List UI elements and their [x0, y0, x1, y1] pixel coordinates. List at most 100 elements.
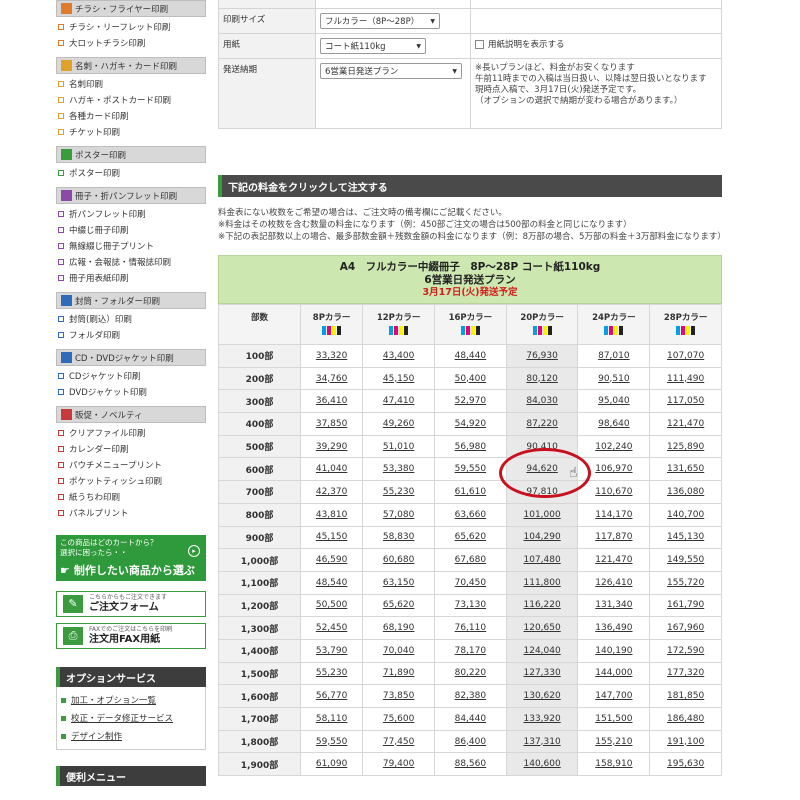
price-link[interactable]: 177,320: [667, 668, 704, 678]
price-link[interactable]: 140,600: [524, 759, 561, 769]
price-link[interactable]: 131,650: [667, 464, 704, 474]
price-link[interactable]: 121,470: [667, 419, 704, 429]
product-selector-cta[interactable]: この商品はどのカートから？ 選択に困ったら・・ ☛ 制作したい商品から選ぶ ▸: [56, 535, 206, 581]
sidebar-item[interactable]: ハガキ・ポストカード印刷: [58, 92, 206, 108]
sidebar-item[interactable]: 無線綴じ冊子プリント: [58, 238, 206, 254]
price-link[interactable]: 53,380: [383, 464, 415, 474]
price-link[interactable]: 73,130: [455, 600, 487, 610]
price-link[interactable]: 55,230: [383, 487, 415, 497]
sidebar-item[interactable]: チラシ・リーフレット印刷: [58, 19, 206, 35]
price-link[interactable]: 37,850: [316, 419, 348, 429]
price-link[interactable]: 130,620: [524, 691, 561, 701]
price-link[interactable]: 33,320: [316, 351, 348, 361]
price-link[interactable]: 54,920: [455, 419, 487, 429]
price-link[interactable]: 186,480: [667, 714, 704, 724]
sidebar-item[interactable]: パウチメニュープリント: [58, 457, 206, 473]
price-link[interactable]: 181,850: [667, 691, 704, 701]
sidebar-item[interactable]: ポスター印刷: [58, 165, 206, 181]
price-link[interactable]: 101,000: [524, 510, 561, 520]
price-link[interactable]: 47,410: [383, 396, 415, 406]
price-link[interactable]: 90,410: [526, 442, 558, 452]
price-link[interactable]: 155,210: [595, 737, 632, 747]
price-link[interactable]: 67,680: [455, 555, 487, 565]
price-link[interactable]: 52,970: [455, 396, 487, 406]
sidebar-item[interactable]: ポケットティッシュ印刷: [58, 473, 206, 489]
price-link[interactable]: 56,770: [316, 691, 348, 701]
sidebar-item[interactable]: 冊子用表紙印刷: [58, 270, 206, 286]
paper-description-checkbox[interactable]: 用紙説明を表示する: [475, 38, 565, 50]
price-link[interactable]: 60,680: [383, 555, 415, 565]
price-link[interactable]: 124,040: [524, 646, 561, 656]
category-heading[interactable]: 名刺・ハガキ・カード印刷: [56, 57, 206, 74]
price-link[interactable]: 137,310: [524, 737, 561, 747]
print-size-select[interactable]: フルカラー（8P～28P） ▼: [320, 13, 440, 29]
price-link[interactable]: 80,120: [526, 374, 558, 384]
price-link[interactable]: 77,450: [383, 737, 415, 747]
sidebar-item[interactable]: 折パンフレット印刷: [58, 206, 206, 222]
price-link[interactable]: 145,130: [667, 532, 704, 542]
price-link[interactable]: 58,830: [383, 532, 415, 542]
price-link[interactable]: 49,260: [383, 419, 415, 429]
price-link[interactable]: 50,400: [455, 374, 487, 384]
sidebar-item[interactable]: CDジャケット印刷: [58, 368, 206, 384]
price-link[interactable]: 140,700: [667, 510, 704, 520]
price-link[interactable]: 191,100: [667, 737, 704, 747]
price-link[interactable]: 53,790: [316, 646, 348, 656]
category-heading[interactable]: CD・DVDジャケット印刷: [56, 349, 206, 366]
price-link[interactable]: 98,640: [598, 419, 630, 429]
price-link[interactable]: 155,720: [667, 578, 704, 588]
price-link[interactable]: 84,440: [455, 714, 487, 724]
price-link[interactable]: 86,400: [455, 737, 487, 747]
price-link[interactable]: 57,080: [383, 510, 415, 520]
sidebar-item[interactable]: クリアファイル印刷: [58, 425, 206, 441]
price-link[interactable]: 117,870: [595, 532, 632, 542]
price-link[interactable]: 59,550: [455, 464, 487, 474]
sidebar-item[interactable]: DVDジャケット印刷: [58, 384, 206, 400]
price-link[interactable]: 104,290: [524, 532, 561, 542]
sidebar-item[interactable]: パネルプリント: [58, 505, 206, 521]
sidebar-item[interactable]: 紙うちわ印刷: [58, 489, 206, 505]
price-link[interactable]: 151,500: [595, 714, 632, 724]
price-link[interactable]: 56,980: [455, 442, 487, 452]
price-link[interactable]: 71,890: [383, 668, 415, 678]
sidebar-item[interactable]: 封筒(刷込）印刷: [58, 311, 206, 327]
price-link[interactable]: 41,040: [316, 464, 348, 474]
price-link[interactable]: 48,540: [316, 578, 348, 588]
price-link[interactable]: 61,090: [316, 759, 348, 769]
price-link[interactable]: 144,000: [595, 668, 632, 678]
price-link[interactable]: 76,110: [455, 623, 487, 633]
category-heading[interactable]: 販促・ノベルティ: [56, 406, 206, 423]
price-link[interactable]: 126,410: [595, 578, 632, 588]
fax-form-button[interactable]: ⎙ FAXでのご注文はこちらを印刷 注文用FAX用紙: [56, 623, 206, 649]
sidebar-item[interactable]: 各種カード印刷: [58, 108, 206, 124]
sidebar-item[interactable]: 中綴じ冊子印刷: [58, 222, 206, 238]
price-link[interactable]: 39,290: [316, 442, 348, 452]
price-link[interactable]: 120,650: [524, 623, 561, 633]
price-link[interactable]: 61,610: [455, 487, 487, 497]
price-link[interactable]: 68,190: [383, 623, 415, 633]
price-link[interactable]: 84,030: [526, 396, 558, 406]
price-link[interactable]: 55,230: [316, 668, 348, 678]
price-link[interactable]: 95,040: [598, 396, 630, 406]
price-link[interactable]: 52,450: [316, 623, 348, 633]
price-link[interactable]: 36,410: [316, 396, 348, 406]
price-link[interactable]: 79,400: [383, 759, 415, 769]
option-link-proofreading[interactable]: 校正・データ修正サービス: [61, 709, 205, 727]
price-link[interactable]: 117,050: [667, 396, 704, 406]
price-link[interactable]: 110,670: [595, 487, 632, 497]
price-link[interactable]: 58,110: [316, 714, 348, 724]
price-link[interactable]: 65,620: [383, 600, 415, 610]
price-link[interactable]: 97,810: [526, 487, 558, 497]
category-heading[interactable]: 封筒・フォルダー印刷: [56, 292, 206, 309]
price-link[interactable]: 107,070: [667, 351, 704, 361]
price-link[interactable]: 87,010: [598, 351, 630, 361]
price-link[interactable]: 90,510: [598, 374, 630, 384]
price-link[interactable]: 127,330: [524, 668, 561, 678]
sidebar-item[interactable]: 大ロットチラシ印刷: [58, 35, 206, 51]
price-link[interactable]: 94,620: [526, 464, 558, 474]
price-link[interactable]: 111,490: [667, 374, 704, 384]
price-link[interactable]: 149,550: [667, 555, 704, 565]
price-link[interactable]: 70,450: [455, 578, 487, 588]
price-link[interactable]: 116,220: [524, 600, 561, 610]
price-link[interactable]: 136,490: [595, 623, 632, 633]
